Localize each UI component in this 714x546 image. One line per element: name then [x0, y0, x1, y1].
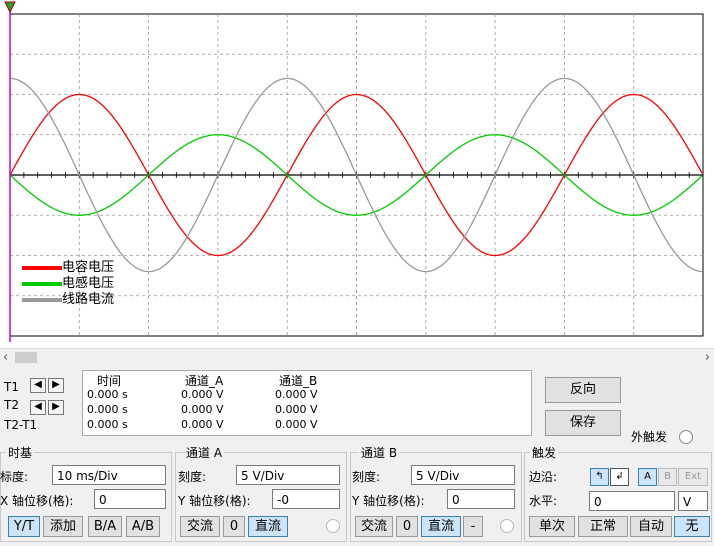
trigger-source-a-button[interactable]: A — [638, 468, 657, 486]
timebase-scale-label: 标度: — [0, 470, 29, 484]
trigger-edge-label: 边沿: — [529, 470, 558, 484]
trigger-source-b-button[interactable]: B — [658, 468, 677, 486]
trigger-normal-button[interactable]: 正常 — [578, 516, 628, 537]
channel-a-y-position-label: Y 轴位移(格): — [178, 494, 251, 508]
legend-item: 线路电流 — [22, 292, 114, 308]
legend-label: 电容电压 — [62, 260, 115, 275]
external-trigger-label: 外触发 — [631, 430, 668, 444]
legend-swatch — [22, 282, 62, 286]
t2-channel-a: 0.000 V — [181, 403, 224, 416]
t1-channel-b: 0.000 V — [275, 388, 318, 401]
t2-right-arrow-icon[interactable]: ▶ — [48, 400, 64, 415]
channel-b-title: 通道 B — [359, 444, 400, 461]
t2-left-arrow-icon[interactable]: ◀ — [30, 400, 46, 415]
trigger-source-ext-button[interactable]: Ext — [678, 468, 708, 486]
channel-b-scale-field[interactable]: 5 V/Div — [411, 465, 515, 485]
falling-edge-icon[interactable]: ↲ — [610, 468, 629, 486]
channel-b-y-position-field[interactable]: 0 — [447, 489, 515, 509]
channel-a-scale-label: 刻度: — [178, 470, 207, 484]
trigger-title: 触发 — [530, 444, 559, 461]
channel-b-scale-label: 刻度: — [352, 470, 381, 484]
diff-channel-b: 0.000 V — [275, 418, 318, 431]
cursor-label-t1: T1 — [4, 380, 19, 394]
t2-time: 0.000 s — [87, 403, 128, 416]
horizontal-scrollbar[interactable]: ‹ › — [0, 348, 714, 366]
t1-right-arrow-icon[interactable]: ▶ — [48, 378, 64, 393]
trigger-auto-button[interactable]: 自动 — [630, 516, 672, 537]
trigger-level-unit[interactable]: V — [678, 491, 708, 511]
scroll-right-icon[interactable]: › — [705, 349, 710, 366]
header-channel-a: 通道_A — [185, 374, 224, 388]
channel-b-radio[interactable] — [500, 519, 514, 533]
external-trigger-radio[interactable] — [679, 430, 693, 444]
t2-channel-b: 0.000 V — [275, 403, 318, 416]
channel-a-radio[interactable] — [326, 519, 340, 533]
mode-yt-button[interactable]: Y/T — [8, 516, 40, 537]
x-position-label: X 轴位移(格): — [0, 494, 74, 508]
mode-ba-button[interactable]: B/A — [88, 516, 122, 537]
channel-b-dc-button[interactable]: 直流 — [421, 516, 461, 537]
channel-a-title: 通道 A — [184, 444, 225, 461]
timebase-title: 时基 — [6, 444, 35, 461]
header-time: 时间 — [97, 374, 122, 388]
diff-time: 0.000 s — [87, 418, 128, 431]
trigger-none-button[interactable]: 无 — [674, 516, 710, 537]
t1-left-arrow-icon[interactable]: ◀ — [30, 378, 46, 393]
channel-a-y-position-field[interactable]: -0 — [272, 489, 340, 509]
legend-label: 线路电流 — [62, 292, 115, 307]
legend: 电容电压 电感电压 线路电流 — [22, 260, 114, 308]
legend-item: 电容电压 — [22, 260, 114, 276]
cursor-readout-table: 时间 通道_A 通道_B 0.000 s 0.000 V 0.000 V 0.0… — [82, 370, 532, 436]
legend-item: 电感电压 — [22, 276, 114, 292]
oscilloscope-screen: 电容电压 电感电压 线路电流 — [0, 0, 714, 348]
header-channel-b: 通道_B — [279, 374, 318, 388]
diff-channel-a: 0.000 V — [181, 418, 224, 431]
cursor-label-t2: T2 — [4, 398, 19, 412]
save-button[interactable]: 保存 — [545, 410, 621, 436]
mode-add-button[interactable]: 添加 — [43, 516, 83, 537]
cursor-t1-marker-icon — [4, 1, 16, 14]
timebase-scale-field[interactable]: 10 ms/Div — [52, 465, 166, 485]
channel-a-zero-button[interactable]: 0 — [223, 516, 245, 537]
channel-b-y-position-label: Y 轴位移(格): — [352, 494, 425, 508]
scrollbar-thumb[interactable] — [15, 352, 37, 363]
trigger-single-button[interactable]: 单次 — [529, 516, 575, 537]
reverse-button[interactable]: 反向 — [545, 377, 621, 403]
legend-swatch — [22, 298, 62, 302]
t1-channel-a: 0.000 V — [181, 388, 224, 401]
legend-label: 电感电压 — [62, 276, 115, 291]
channel-a-dc-button[interactable]: 直流 — [248, 516, 288, 537]
trigger-level-label: 水平: — [529, 494, 558, 508]
channel-b-minus-button[interactable]: - — [463, 516, 483, 537]
cursor-label-diff: T2-T1 — [4, 418, 38, 432]
channel-b-ac-button[interactable]: 交流 — [355, 516, 393, 537]
mode-ab-button[interactable]: A/B — [126, 516, 160, 537]
t1-time: 0.000 s — [87, 388, 128, 401]
x-position-field[interactable]: 0 — [94, 489, 166, 509]
channel-b-zero-button[interactable]: 0 — [396, 516, 418, 537]
legend-swatch — [22, 266, 62, 270]
trigger-level-field[interactable]: 0 — [589, 491, 675, 511]
channel-a-scale-field[interactable]: 5 V/Div — [236, 465, 340, 485]
scroll-left-icon[interactable]: ‹ — [3, 349, 8, 366]
rising-edge-icon[interactable]: ↰ — [590, 468, 609, 486]
channel-a-ac-button[interactable]: 交流 — [180, 516, 220, 537]
